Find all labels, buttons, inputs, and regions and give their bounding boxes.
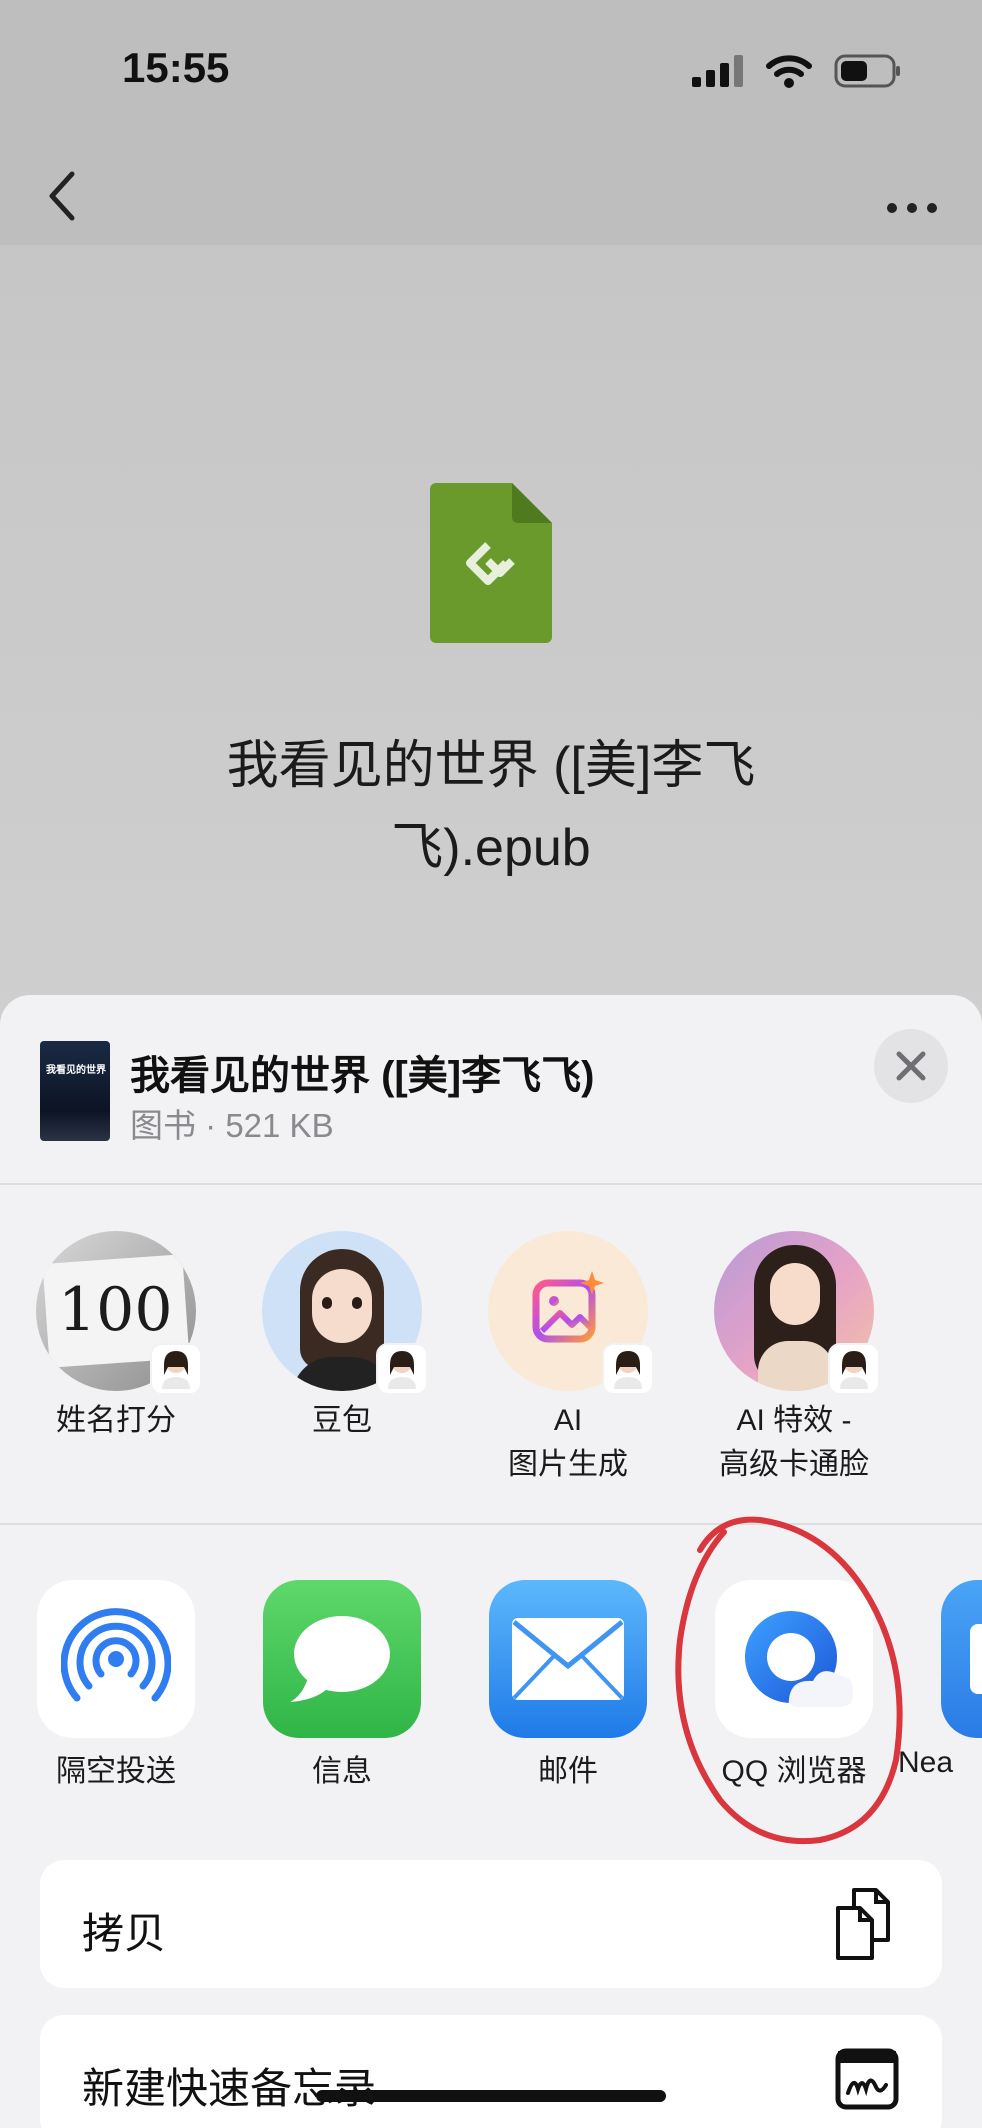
avatar-text: 100 xyxy=(58,1275,173,1345)
suggestion-item-name-score[interactable]: 100 姓名打分 xyxy=(16,1231,216,1443)
action-copy[interactable]: 拷贝 xyxy=(40,1860,942,1988)
person-avatar-icon xyxy=(840,1351,868,1389)
suggestion-name-line: 高级卡通脸 xyxy=(719,1448,869,1481)
more-options-button[interactable] xyxy=(882,170,942,220)
contact-badge xyxy=(376,1343,428,1395)
suggestion-item-ai-image[interactable]: AI 图片生成 xyxy=(468,1231,668,1487)
person-avatar-icon xyxy=(614,1351,642,1389)
contact-badge xyxy=(828,1343,880,1395)
epub-file-icon xyxy=(430,483,552,643)
avatar xyxy=(714,1231,880,1395)
app-mail[interactable]: 邮件 xyxy=(468,1580,668,1790)
avatar: 100 xyxy=(36,1231,202,1395)
battery-icon xyxy=(834,54,900,88)
suggestion-item-ai-cartoon[interactable]: AI 特效 - 高级卡通脸 xyxy=(694,1231,894,1487)
suggestion-name: AI 图片生成 xyxy=(468,1399,668,1487)
copy-icon xyxy=(836,1888,890,1960)
document-preview: 我看见的世界 ([美]李飞 飞).epub xyxy=(0,245,982,1025)
nav-bar xyxy=(0,150,982,245)
share-item-subtitle: 图书 · 521 KB xyxy=(130,1107,334,1144)
document-title: 我看见的世界 ([美]李飞 飞).epub xyxy=(140,725,842,889)
share-suggestions-row: 100 姓名打分 豆包 AI 图片生成 AI 特效 - 高级卡通脸 xyxy=(0,1187,982,1525)
app-messages[interactable]: 信息 xyxy=(242,1580,442,1790)
status-icons xyxy=(692,54,902,88)
home-indicator[interactable] xyxy=(316,2090,666,2102)
suggestion-name-line: 图片生成 xyxy=(508,1448,628,1481)
suggestion-name-line: AI 特效 - xyxy=(736,1404,852,1437)
airdrop-icon xyxy=(37,1580,195,1738)
chevron-left-icon xyxy=(49,171,75,221)
status-time: 15:55 xyxy=(122,44,230,91)
suggestion-name: 姓名打分 xyxy=(56,1404,176,1437)
close-button[interactable] xyxy=(874,1029,948,1103)
share-sheet: 我看见的世界 我看见的世界 ([美]李飞飞) 图书 · 521 KB 100 姓… xyxy=(0,995,982,2128)
cellular-signal-icon xyxy=(692,55,743,87)
suggestion-name: 豆包 xyxy=(312,1404,372,1437)
avatar xyxy=(488,1231,654,1395)
back-button[interactable] xyxy=(36,160,96,230)
book-cover-thumbnail: 我看见的世界 xyxy=(40,1041,110,1141)
person-avatar-icon xyxy=(388,1351,416,1389)
app-airdrop[interactable]: 隔空投送 xyxy=(16,1580,216,1790)
action-quick-note[interactable]: 新建快速备忘录 xyxy=(40,2015,942,2128)
action-label: 新建快速备忘录 xyxy=(82,2065,377,2112)
app-label: 信息 xyxy=(312,1755,372,1788)
ellipsis-icon xyxy=(887,203,937,213)
mail-icon xyxy=(489,1580,647,1738)
app-qq-browser[interactable]: QQ 浏览器 xyxy=(694,1580,894,1790)
suggestion-name: AI 特效 - 高级卡通脸 xyxy=(694,1399,894,1487)
document-title-line-1: 我看见的世界 ([美]李飞 xyxy=(226,737,756,795)
contact-badge xyxy=(602,1343,654,1395)
wifi-icon xyxy=(766,55,812,88)
image-sparkle-icon xyxy=(532,1271,604,1343)
qq-browser-icon xyxy=(715,1580,873,1738)
quick-note-icon xyxy=(835,2048,899,2110)
app-nea[interactable]: Nea xyxy=(898,1580,982,1780)
share-apps-row: 隔空投送 信息 邮件 QQ 浏览器 Nea xyxy=(0,1580,982,1800)
app-label: 隔空投送 xyxy=(56,1755,176,1788)
action-label: 拷贝 xyxy=(82,1910,167,1957)
person-avatar-icon xyxy=(162,1351,190,1389)
close-icon xyxy=(896,1051,926,1081)
status-bar: 15:55 xyxy=(0,0,982,150)
app-label: Nea xyxy=(898,1746,954,1779)
suggestion-item-doubao[interactable]: 豆包 xyxy=(242,1231,442,1443)
app-icon xyxy=(941,1580,982,1738)
messages-icon xyxy=(263,1580,421,1738)
book-cover-title: 我看见的世界 xyxy=(46,1065,106,1076)
share-item-title: 我看见的世界 ([美]李飞飞) xyxy=(130,1054,595,1098)
document-title-line-2: 飞).epub xyxy=(391,819,591,877)
suggestion-name-line: AI xyxy=(553,1404,583,1437)
contact-badge xyxy=(150,1343,202,1395)
share-sheet-header: 我看见的世界 我看见的世界 ([美]李飞飞) 图书 · 521 KB xyxy=(0,995,982,1185)
avatar xyxy=(262,1231,428,1395)
app-label: 邮件 xyxy=(538,1755,598,1788)
app-label: QQ 浏览器 xyxy=(721,1755,867,1788)
